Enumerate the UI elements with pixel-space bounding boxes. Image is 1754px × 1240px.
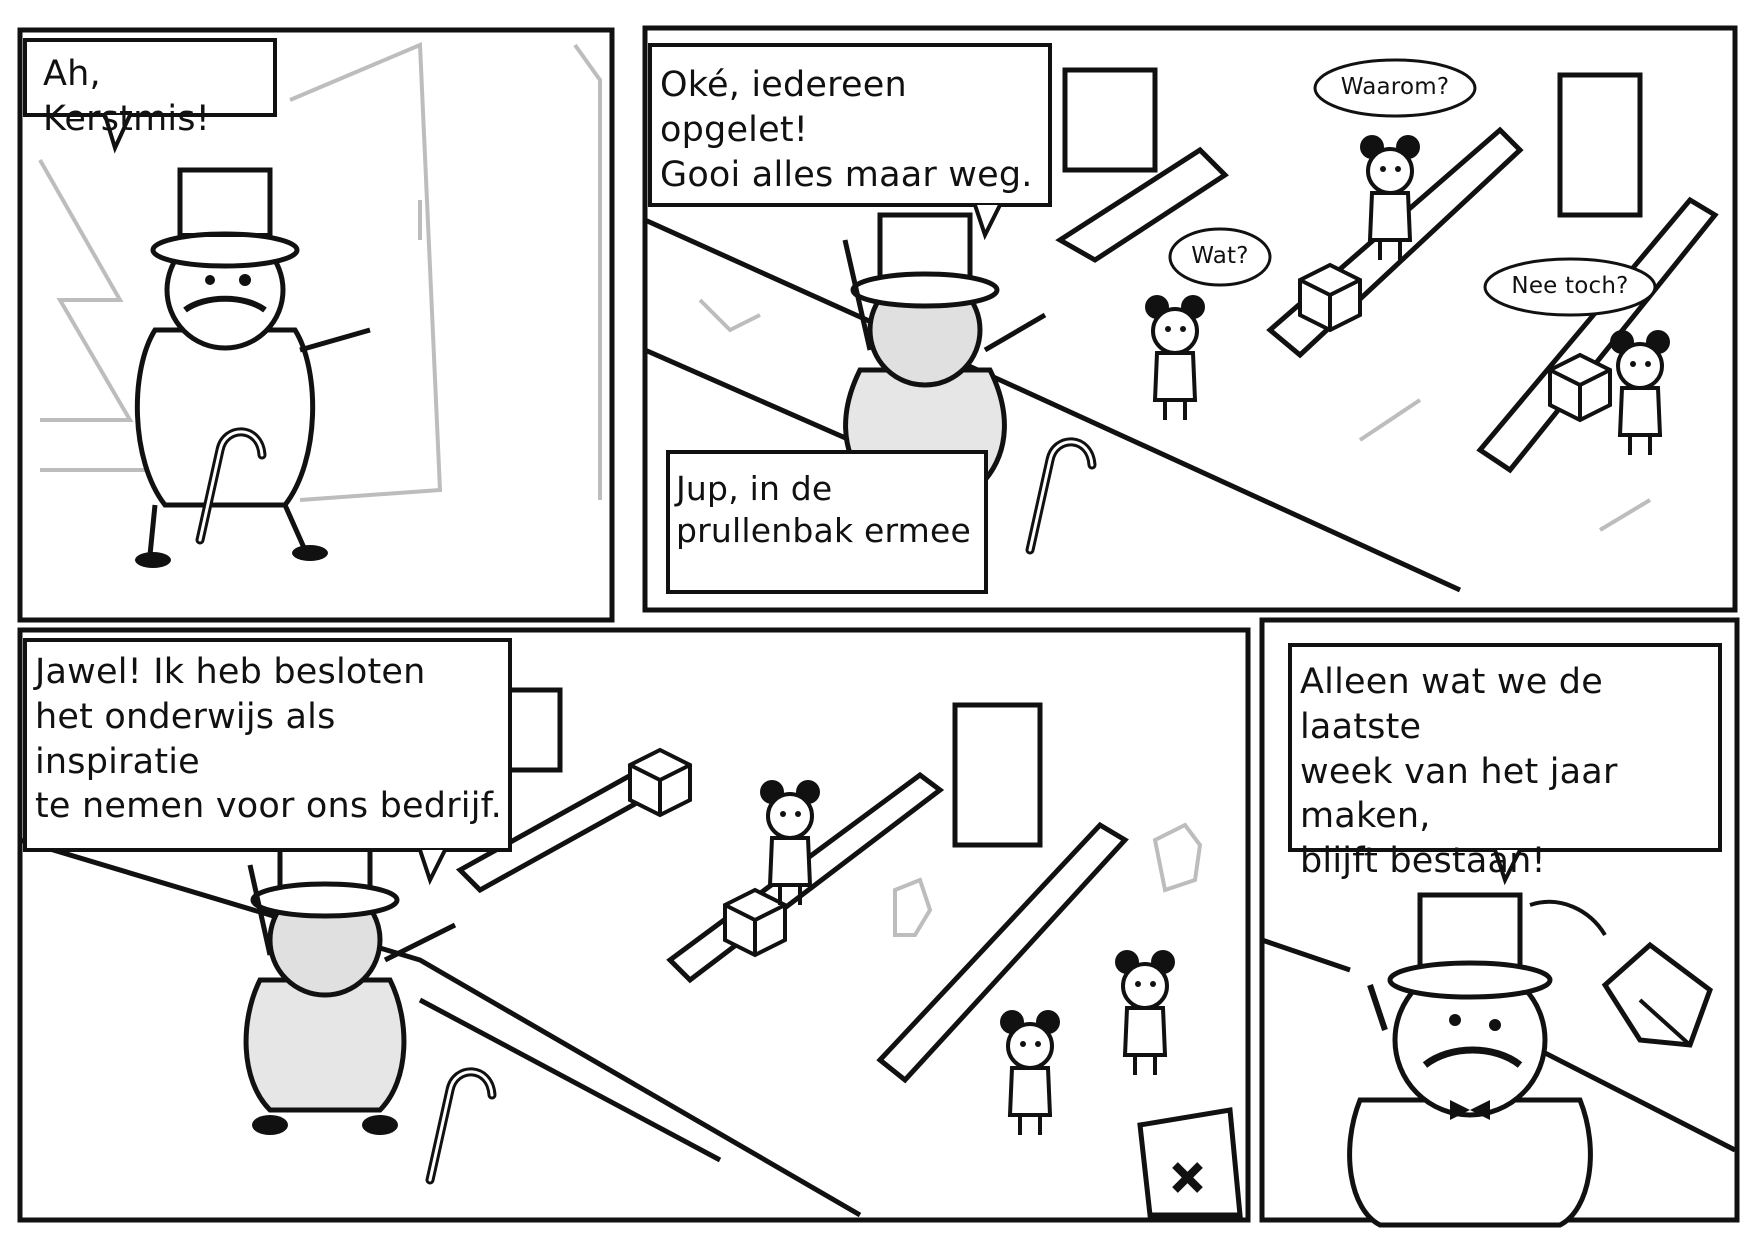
panel-1-speech: Ah, Kerstmis!	[43, 54, 210, 139]
panel-2-worker-speech-2: Wat?	[1191, 243, 1249, 269]
panel-4-speech: Alleen wat we de laatste week van het ja…	[1300, 662, 1618, 882]
panel-2-caption: Jup, in de prullenbak ermee	[676, 469, 971, 551]
panel-2-boss-speech: Oké, iedereen opgelet! Gooi alles maar w…	[660, 65, 1033, 195]
panel-2-worker-speech-3: Nee toch?	[1511, 273, 1629, 299]
panel-3-speech: Jawel! Ik heb besloten het onderwijs als…	[35, 652, 502, 827]
panel-2-worker-speech-1: Waarom?	[1340, 74, 1450, 100]
comic-page: Ah, Kerstmis! Oké, iedereen opgelet! Goo…	[0, 0, 1754, 1240]
